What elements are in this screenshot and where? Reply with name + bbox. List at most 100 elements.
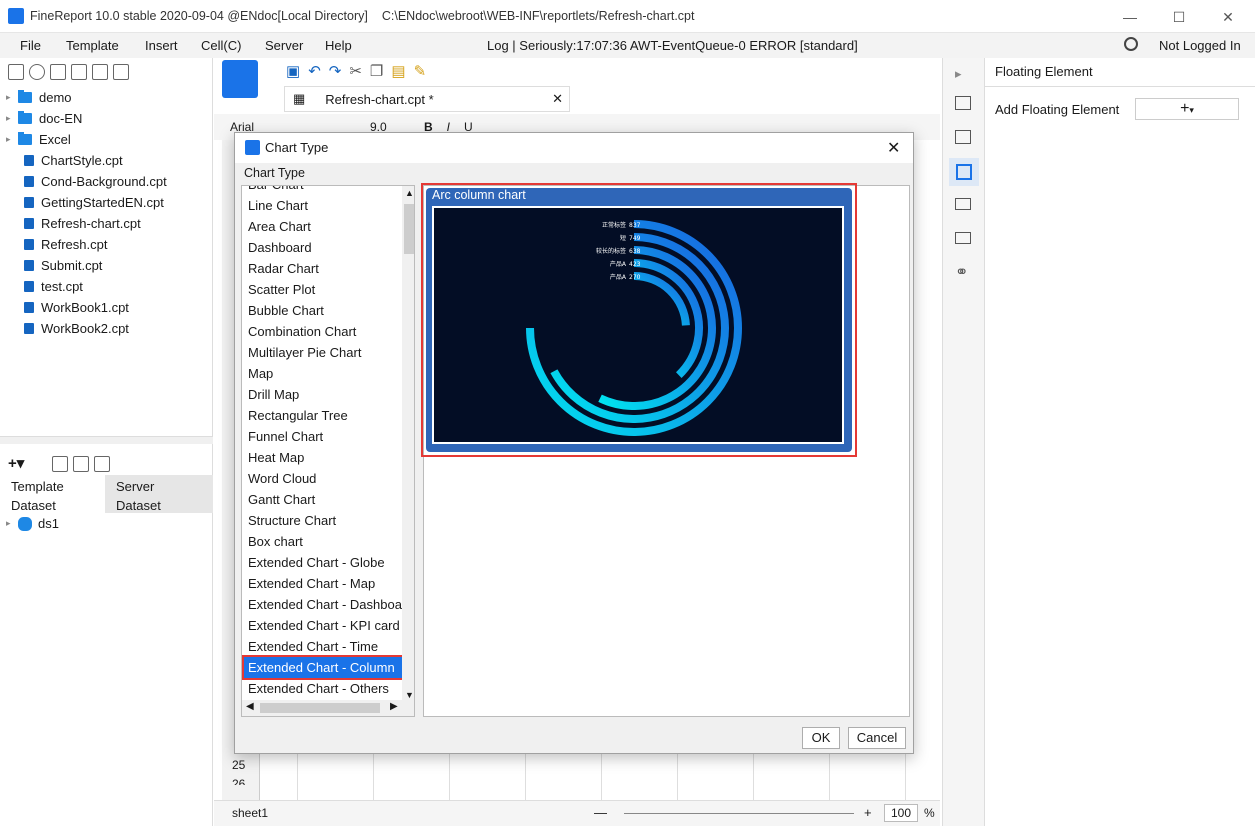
- chart-widget-icon[interactable]: [222, 60, 258, 98]
- minimize-button[interactable]: —: [1115, 6, 1145, 28]
- chart-type-item[interactable]: Area Chart: [244, 216, 311, 237]
- list-hscrollbar[interactable]: ◀ ▶: [242, 700, 414, 716]
- locate-icon[interactable]: [50, 64, 66, 80]
- tree-item[interactable]: WorkBook2.cpt: [6, 318, 129, 339]
- cut-icon[interactable]: ✂: [349, 63, 370, 80]
- delete-dataset-icon[interactable]: [73, 456, 89, 472]
- chart-type-item[interactable]: Rectangular Tree: [244, 405, 348, 426]
- refresh-icon[interactable]: [29, 64, 45, 80]
- chart-type-item[interactable]: Map: [244, 363, 273, 384]
- hyperlink-icon[interactable]: ⚭: [955, 262, 968, 282]
- preview-icon[interactable]: [94, 456, 110, 472]
- save-icon[interactable]: ▣: [286, 63, 308, 80]
- maximize-button[interactable]: ☐: [1164, 6, 1194, 28]
- menu-cell[interactable]: Cell(C): [201, 38, 241, 53]
- tree-item[interactable]: Refresh-chart.cpt: [6, 213, 141, 234]
- scroll-left-icon[interactable]: ◀: [246, 701, 254, 712]
- tab-server-dataset[interactable]: Server Dataset: [105, 475, 213, 513]
- chart-type-item[interactable]: Extended Chart - Time: [244, 636, 378, 657]
- tree-item[interactable]: ▸ Excel: [6, 129, 71, 150]
- dialog-close-icon[interactable]: ✕: [887, 138, 900, 158]
- menu-file[interactable]: File: [20, 38, 41, 53]
- menu-server[interactable]: Server: [265, 38, 303, 53]
- scroll-right-icon[interactable]: ▶: [390, 701, 398, 712]
- chart-type-item[interactable]: Dashboard: [244, 237, 312, 258]
- tree-item[interactable]: Submit.cpt: [6, 255, 102, 276]
- edit-icon[interactable]: [52, 456, 68, 472]
- tree-item[interactable]: WorkBook1.cpt: [6, 297, 129, 318]
- expand-arrow-icon[interactable]: ▸: [6, 92, 18, 103]
- splitter[interactable]: [0, 436, 213, 444]
- zoom-out-icon[interactable]: —: [594, 805, 607, 820]
- sheet-tab[interactable]: sheet1: [232, 806, 268, 820]
- chart-type-item[interactable]: Extended Chart - Globe: [244, 552, 385, 573]
- chart-type-item[interactable]: Word Cloud: [244, 468, 316, 489]
- chart-type-item[interactable]: Gantt Chart: [244, 489, 315, 510]
- copy-toolbar-icon[interactable]: ❐: [370, 63, 391, 80]
- redo-icon[interactable]: ↷: [329, 63, 350, 80]
- expand-arrow-icon[interactable]: ▸: [6, 113, 18, 124]
- chart-type-item[interactable]: Extended Chart - Dashboard: [244, 594, 413, 615]
- chart-type-item[interactable]: Extended Chart - Map: [244, 573, 375, 594]
- tree-item[interactable]: GettingStartedEN.cpt: [6, 192, 164, 213]
- format-painter-icon[interactable]: ✎: [414, 63, 435, 80]
- chart-type-item[interactable]: Line Chart: [244, 195, 308, 216]
- lock-icon[interactable]: [71, 64, 87, 80]
- tree-item[interactable]: Cond-Background.cpt: [6, 171, 167, 192]
- log-status[interactable]: Log | Seriously:17:07:36 AWT-EventQueue-…: [487, 38, 858, 53]
- undo-icon[interactable]: ↶: [308, 63, 329, 80]
- add-floating-dropdown[interactable]: +▾: [1135, 98, 1239, 120]
- widget-icon[interactable]: [955, 198, 971, 210]
- ok-button[interactable]: OK: [802, 727, 840, 749]
- chart-type-item[interactable]: Extended Chart - KPI card: [244, 615, 400, 636]
- chart-type-item[interactable]: Radar Chart: [244, 258, 319, 279]
- cancel-button[interactable]: Cancel: [848, 727, 906, 749]
- chart-type-item[interactable]: Drill Map: [244, 384, 299, 405]
- chart-type-item[interactable]: Funnel Chart: [244, 426, 323, 447]
- new-folder-icon[interactable]: [8, 64, 24, 80]
- tree-item[interactable]: ChartStyle.cpt: [6, 150, 123, 171]
- tab-refresh-chart[interactable]: ▦ Refresh-chart.cpt * ✕: [284, 86, 570, 112]
- cell-attr-icon[interactable]: [955, 96, 971, 110]
- chart-type-item[interactable]: Extended Chart - Column: [242, 655, 404, 680]
- chart-type-item[interactable]: Multilayer Pie Chart: [244, 342, 361, 363]
- collapse-icon[interactable]: [113, 64, 129, 80]
- expand-arrow-icon[interactable]: ▸: [6, 134, 18, 145]
- chart-type-item[interactable]: Combination Chart: [244, 321, 356, 342]
- chart-type-item[interactable]: Heat Map: [244, 447, 304, 468]
- tree-item[interactable]: Refresh.cpt: [6, 234, 107, 255]
- cell-element-icon[interactable]: [955, 130, 971, 144]
- chart-type-item[interactable]: Bubble Chart: [244, 300, 324, 321]
- chart-type-item[interactable]: Structure Chart: [244, 510, 336, 531]
- chart-type-item[interactable]: Scatter Plot: [244, 279, 315, 300]
- chart-type-item[interactable]: Box chart: [244, 531, 303, 552]
- expand-icon[interactable]: ▸: [955, 66, 962, 82]
- scroll-up-icon[interactable]: ▲: [405, 188, 414, 198]
- zoom-slider[interactable]: [624, 813, 854, 814]
- zoom-input[interactable]: 100: [884, 804, 918, 822]
- dataset-item[interactable]: ▸ ds1: [6, 513, 59, 534]
- chart-type-item[interactable]: Extended Chart - Others: [244, 678, 389, 699]
- chart-type-item[interactable]: Bar Chart: [244, 186, 304, 195]
- hscroll-thumb[interactable]: [260, 703, 380, 713]
- delete-icon[interactable]: [92, 64, 108, 80]
- menu-template[interactable]: Template: [66, 38, 119, 53]
- paste-icon[interactable]: ▤: [391, 63, 413, 80]
- zoom-in-icon[interactable]: +: [864, 805, 872, 820]
- floating-element-tab[interactable]: [949, 158, 979, 186]
- login-status[interactable]: Not Logged In: [1159, 38, 1241, 53]
- search-icon[interactable]: [1124, 37, 1138, 51]
- scroll-down-icon[interactable]: ▼: [405, 690, 414, 700]
- close-tab-icon[interactable]: ✕: [552, 91, 563, 107]
- vscroll-thumb[interactable]: [404, 204, 414, 254]
- menu-help[interactable]: Help: [325, 38, 352, 53]
- condition-icon[interactable]: [955, 232, 971, 244]
- list-vscrollbar[interactable]: ▲ ▼: [402, 186, 414, 704]
- tree-item[interactable]: ▸ doc-EN: [6, 108, 82, 129]
- tab-template-dataset[interactable]: Template Dataset: [0, 475, 105, 513]
- menu-insert[interactable]: Insert: [145, 38, 178, 53]
- tree-item[interactable]: test.cpt: [6, 276, 83, 297]
- preview-card[interactable]: Arc column chart 正常标签 837 短 749 较长的标签 638 产品A 4…: [426, 188, 852, 452]
- add-dataset-icon[interactable]: +▾: [8, 454, 24, 472]
- tree-item[interactable]: ▸ demo: [6, 87, 72, 108]
